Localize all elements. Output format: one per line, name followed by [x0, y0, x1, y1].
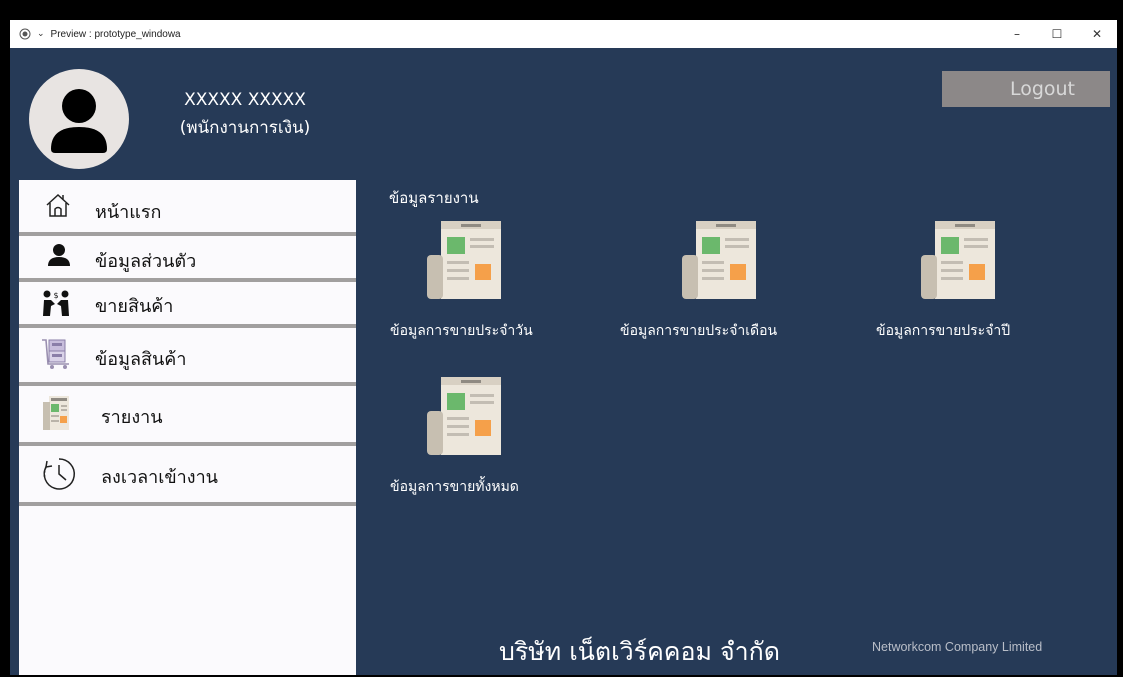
- sell-icon: $: [41, 289, 71, 317]
- user-role: (พนักงานการเงิน): [179, 118, 311, 138]
- user-name: XXXXX XXXXX: [184, 90, 306, 110]
- maximize-button[interactable]: ☐: [1037, 20, 1077, 48]
- title-bar: ⌄ Preview : prototype_windowa – ☐ ✕: [10, 20, 1117, 48]
- svg-text:$: $: [53, 291, 58, 300]
- section-title: ข้อมูลรายงาน: [389, 189, 479, 207]
- company-name-english: Networkcom Company Limited: [872, 640, 1043, 654]
- home-icon: [45, 192, 71, 218]
- sidebar-item-label: ลงเวลาเข้างาน: [101, 467, 218, 488]
- app-icon: [19, 28, 31, 40]
- sidebar: หน้าแรก ข้อมูลส่วนตัว $ ขายสินค้า ข้อมูล…: [19, 180, 356, 675]
- divider: [19, 502, 356, 506]
- logout-button[interactable]: Logout: [942, 71, 1110, 107]
- chevron-down-icon[interactable]: ⌄: [37, 29, 45, 39]
- sidebar-item-label: ข้อมูลส่วนตัว: [95, 251, 197, 272]
- clock-icon: [41, 456, 77, 492]
- newspaper-icon: [682, 221, 756, 299]
- sidebar-item-report[interactable]: รายงาน: [19, 386, 356, 442]
- sidebar-item-profile[interactable]: ข้อมูลส่วนตัว: [19, 236, 356, 278]
- window-title: Preview : prototype_windowa: [50, 28, 181, 40]
- sidebar-item-checkin[interactable]: ลงเวลาเข้างาน: [19, 446, 356, 502]
- avatar: [29, 69, 129, 169]
- report-label: ข้อมูลการขายทั้งหมด: [390, 479, 519, 495]
- sidebar-item-home[interactable]: หน้าแรก: [19, 180, 356, 232]
- report-icon: [43, 396, 69, 430]
- sidebar-item-label: รายงาน: [101, 407, 163, 428]
- report-label: ข้อมูลการขายประจำวัน: [390, 323, 533, 339]
- person-icon: [47, 243, 71, 267]
- app-window: ⌄ Preview : prototype_windowa – ☐ ✕ XXXX…: [10, 20, 1117, 675]
- minimize-button[interactable]: –: [997, 20, 1037, 48]
- sidebar-item-sell[interactable]: $ ขายสินค้า: [19, 282, 356, 324]
- close-button[interactable]: ✕: [1077, 20, 1117, 48]
- company-name-thai: บริษัท เน็ตเวิร์คคอม จำกัด: [499, 637, 781, 666]
- cart-icon: [41, 338, 71, 370]
- sidebar-item-label: ขายสินค้า: [95, 296, 174, 317]
- newspaper-icon: [427, 377, 501, 455]
- sidebar-item-products[interactable]: ข้อมูลสินค้า: [19, 328, 356, 382]
- user-avatar-icon: [51, 89, 107, 153]
- report-label: ข้อมูลการขายประจำเดือน: [620, 323, 778, 339]
- sidebar-item-label: หน้าแรก: [95, 202, 162, 223]
- newspaper-icon: [921, 221, 995, 299]
- sidebar-item-label: ข้อมูลสินค้า: [95, 349, 187, 370]
- report-label: ข้อมูลการขายประจำปี: [876, 323, 1011, 339]
- newspaper-icon: [427, 221, 501, 299]
